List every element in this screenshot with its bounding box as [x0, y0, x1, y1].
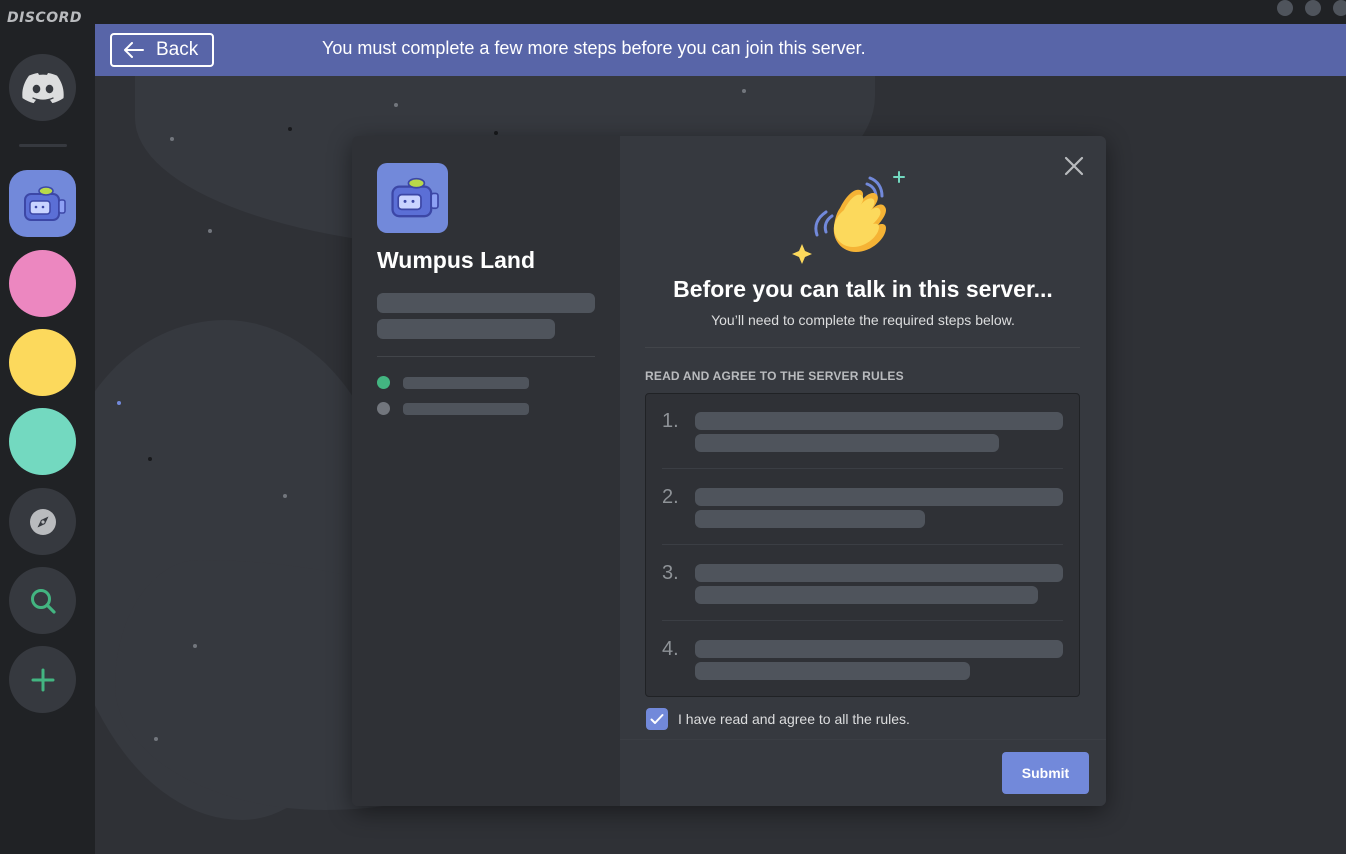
star-dot — [288, 127, 292, 131]
header-divider — [645, 347, 1080, 348]
server-rail: DISCORD — [0, 0, 95, 854]
description-placeholder — [377, 319, 555, 339]
rule-divider — [662, 468, 1063, 469]
rule-divider — [662, 620, 1063, 621]
member-status-dot — [377, 402, 390, 415]
agree-checkbox[interactable] — [646, 708, 668, 730]
footer-divider — [620, 739, 1106, 740]
star-dot — [117, 401, 121, 405]
rule-item: 3. — [646, 546, 1079, 622]
member-count-placeholder — [403, 403, 529, 415]
compass-icon — [29, 508, 56, 535]
description-placeholder — [377, 293, 595, 313]
server-icon — [377, 163, 448, 233]
rules-list: 1. 2. 3. 4. — [645, 393, 1080, 697]
rule-number: 3. — [662, 562, 679, 584]
rule-text-placeholder — [695, 640, 1063, 658]
membership-gate-modal: Wumpus Land Before you can talk in this … — [352, 136, 1106, 806]
rule-item: 1. — [646, 394, 1079, 470]
window-control[interactable] — [1277, 0, 1293, 16]
discord-home-button[interactable] — [9, 54, 76, 121]
rule-text-placeholder — [695, 412, 1063, 430]
close-icon[interactable] — [1062, 154, 1086, 178]
requirements-panel: Before you can talk in this server... Yo… — [620, 136, 1106, 806]
modal-title: Before you can talk in this server... — [673, 276, 1053, 302]
wumpus-robot-icon — [23, 185, 66, 221]
rule-text-placeholder — [695, 510, 925, 528]
back-button-label: Back — [156, 39, 199, 60]
server-yellow[interactable] — [9, 329, 76, 396]
rule-number: 2. — [662, 486, 679, 508]
online-status-dot — [377, 376, 390, 389]
back-button[interactable]: Back — [110, 33, 214, 67]
star-dot — [154, 737, 158, 741]
title-bar — [95, 0, 1346, 24]
discord-logo-icon — [21, 72, 64, 103]
star-dot — [208, 229, 212, 233]
star-dot — [170, 137, 174, 141]
rule-item: 2. — [646, 470, 1079, 546]
rule-item: 4. — [646, 622, 1079, 698]
arrow-left-icon — [124, 42, 144, 58]
rules-section-label: READ AND AGREE TO THE SERVER RULES — [645, 369, 904, 383]
submit-button[interactable]: Submit — [1002, 752, 1089, 794]
rule-number: 4. — [662, 638, 679, 660]
window-control[interactable] — [1305, 0, 1321, 16]
server-wumpus-land[interactable] — [9, 170, 76, 237]
clapping-hands-icon — [792, 171, 905, 264]
panel-divider — [377, 356, 595, 357]
search-icon — [30, 588, 56, 614]
checkmark-icon — [650, 714, 664, 724]
banner-message: You must complete a few more steps befor… — [322, 38, 866, 58]
server-teal[interactable] — [9, 408, 76, 475]
star-dot — [742, 89, 746, 93]
rule-text-placeholder — [695, 662, 970, 680]
rule-text-placeholder — [695, 434, 999, 452]
star-dot — [283, 494, 287, 498]
star-dot — [148, 457, 152, 461]
server-name: Wumpus Land — [377, 247, 536, 273]
discord-wordmark: DISCORD — [7, 10, 82, 26]
star-dot — [494, 131, 498, 135]
rule-divider — [662, 544, 1063, 545]
modal-subtitle: You’ll need to complete the required ste… — [711, 312, 1015, 328]
agree-rules-checkbox-row[interactable]: I have read and agree to all the rules. — [646, 708, 910, 730]
explore-servers-button[interactable] — [9, 488, 76, 555]
agree-label: I have read and agree to all the rules. — [678, 711, 910, 727]
verification-banner: Back You must complete a few more steps … — [95, 24, 1346, 76]
add-server-button[interactable] — [9, 646, 76, 713]
server-pink[interactable] — [9, 250, 76, 317]
rule-text-placeholder — [695, 586, 1038, 604]
rule-text-placeholder — [695, 564, 1063, 582]
star-dot — [193, 644, 197, 648]
wumpus-robot-icon — [390, 177, 439, 218]
search-servers-button[interactable] — [9, 567, 76, 634]
rule-text-placeholder — [695, 488, 1063, 506]
plus-icon — [31, 668, 54, 691]
window-control[interactable] — [1333, 0, 1346, 16]
rail-separator — [19, 144, 67, 147]
server-info-panel: Wumpus Land — [352, 136, 620, 806]
rule-number: 1. — [662, 410, 679, 432]
online-count-placeholder — [403, 377, 529, 389]
star-dot — [394, 103, 398, 107]
